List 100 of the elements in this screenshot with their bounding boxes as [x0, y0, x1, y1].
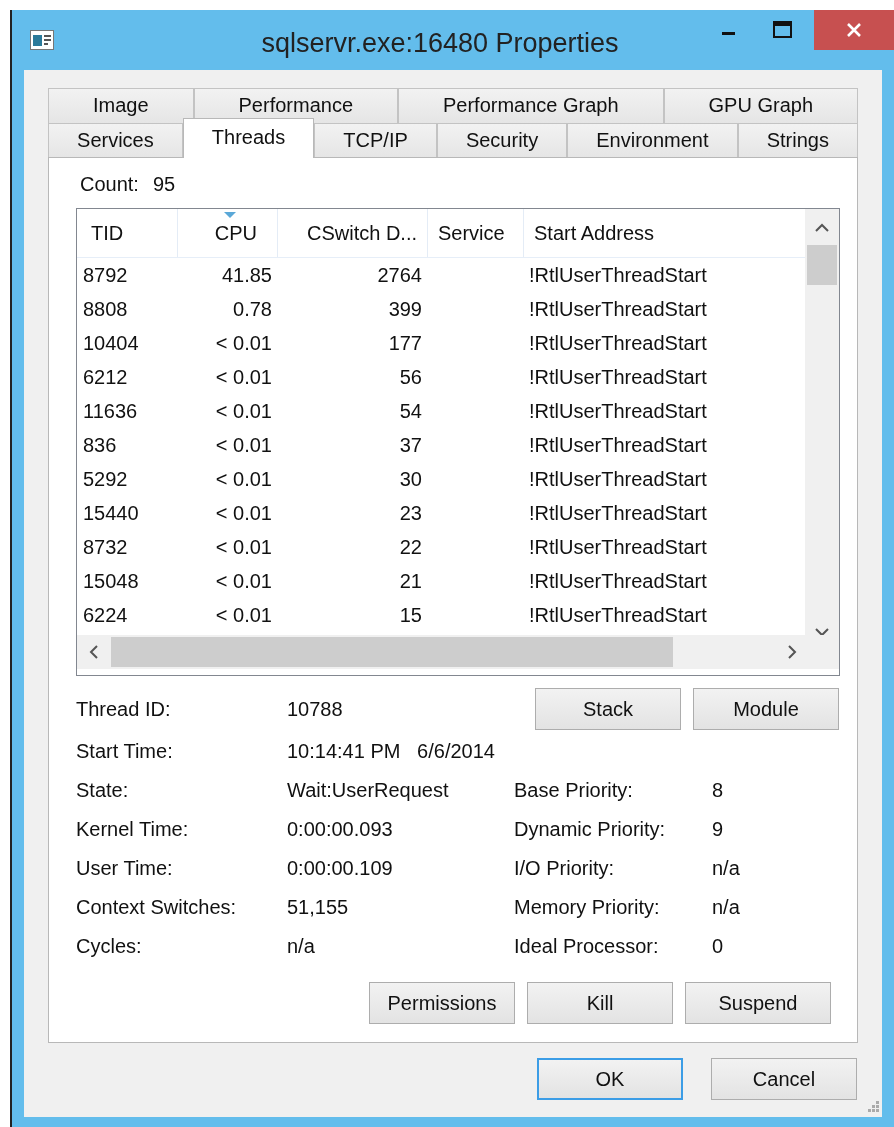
field-value: 10788 [287, 697, 344, 721]
table-cell: !RtlUserThreadStart [529, 569, 707, 593]
table-cell: 30 [399, 467, 422, 491]
tab[interactable]: Threads [182, 118, 315, 158]
table-cell: !RtlUserThreadStart [529, 399, 707, 423]
table-cell: < 0.01 [215, 603, 272, 627]
table-cell: < 0.01 [215, 365, 272, 389]
button[interactable]: Module [693, 688, 839, 730]
field-value: 0:00:00.093 [287, 818, 394, 841]
scroll-left-icon[interactable] [87, 644, 101, 660]
table-cell: 8808 [83, 297, 128, 321]
table-cell: !RtlUserThreadStart [529, 603, 707, 627]
table-cell: 8732 [83, 535, 128, 559]
window-icon [30, 30, 54, 50]
table-cell: 56 [399, 365, 422, 389]
table-cell: !RtlUserThreadStart [529, 263, 707, 287]
table-cell: 0.78 [233, 297, 272, 321]
field-label: Memory Priority: [514, 896, 661, 919]
column-header[interactable]: CSwitch D... [278, 209, 428, 257]
table-cell: < 0.01 [215, 331, 272, 355]
tab[interactable]: Performance Graph [398, 88, 664, 123]
table-cell: 2764 [377, 263, 422, 287]
field-label: Ideal Processor: [514, 935, 660, 958]
field-value: 8 [712, 779, 725, 802]
tab[interactable]: Image [48, 88, 194, 123]
table-cell: 15440 [83, 501, 139, 525]
table-cell: < 0.01 [215, 433, 272, 457]
field-value: n/a [287, 935, 316, 958]
count-label: Count: [80, 173, 139, 197]
button[interactable]: Kill [527, 982, 673, 1024]
field-label: Start Time: [76, 739, 174, 763]
column-header[interactable]: CPU [178, 209, 278, 257]
table-cell: !RtlUserThreadStart [529, 297, 707, 321]
table-cell: !RtlUserThreadStart [529, 365, 707, 389]
field-value: 10:14:41 PM 6/6/2014 [287, 739, 495, 763]
button[interactable]: Stack [535, 688, 681, 730]
field-value: 51,155 [287, 896, 350, 919]
table-cell: < 0.01 [215, 535, 272, 559]
tab[interactable]: GPU Graph [663, 88, 859, 123]
table-cell: 23 [399, 501, 422, 525]
table-cell: 37 [399, 433, 422, 457]
table-cell: !RtlUserThreadStart [529, 467, 707, 491]
resize-grip-icon[interactable] [866, 1099, 880, 1113]
field-label: Kernel Time: [76, 818, 190, 841]
cancel-button[interactable]: Cancel [711, 1058, 857, 1100]
button[interactable]: Suspend [685, 982, 831, 1024]
column-header[interactable]: Start Address [524, 209, 805, 257]
table-cell: !RtlUserThreadStart [529, 331, 707, 355]
scrollbar-thumb[interactable] [111, 637, 673, 667]
field-value: n/a [712, 857, 741, 880]
table-cell: 22 [399, 535, 422, 559]
table-cell: 6212 [83, 365, 128, 389]
table-cell: < 0.01 [215, 569, 272, 593]
field-label: Context Switches: [76, 896, 238, 919]
ok-button[interactable]: OK [537, 1058, 683, 1100]
table-cell: !RtlUserThreadStart [529, 501, 707, 525]
table-cell: 15048 [83, 569, 139, 593]
scroll-right-icon[interactable] [785, 644, 799, 660]
horizontal-scrollbar[interactable] [77, 635, 839, 669]
table-cell: 15 [399, 603, 422, 627]
window-title: sqlservr.exe:16480 Properties [260, 28, 620, 59]
field-value: n/a [712, 896, 741, 919]
button[interactable]: Permissions [369, 982, 515, 1024]
table-cell: 41.85 [221, 263, 272, 287]
table-cell: 11636 [83, 399, 138, 423]
field-value: Wait:UserRequest [287, 779, 450, 802]
field-label: Base Priority: [514, 779, 634, 802]
tab[interactable]: TCP/IP [314, 123, 437, 158]
tab[interactable]: Strings [737, 123, 858, 158]
table-cell: < 0.01 [215, 501, 272, 525]
table-cell: < 0.01 [215, 467, 272, 491]
field-label: I/O Priority: [514, 857, 615, 880]
close-button[interactable] [814, 10, 894, 50]
table-cell: 5292 [83, 467, 128, 491]
field-label: Thread ID: [76, 697, 172, 721]
maximize-icon[interactable] [773, 21, 793, 39]
field-value: 9 [712, 818, 725, 841]
tab[interactable]: Security [436, 123, 568, 158]
table-cell: 10404 [83, 331, 139, 355]
field-label: State: [76, 779, 130, 802]
scrollbar-thumb[interactable] [807, 245, 837, 285]
field-label: Cycles: [76, 935, 143, 958]
count-value: 95 [152, 173, 176, 197]
tab[interactable]: Environment [567, 123, 738, 158]
table-cell: 21 [399, 569, 422, 593]
field-label: Dynamic Priority: [514, 818, 667, 841]
table-cell: !RtlUserThreadStart [529, 433, 707, 457]
close-icon [846, 22, 862, 38]
field-value: 0 [712, 935, 725, 958]
table-cell: 54 [399, 399, 422, 423]
table-cell: 836 [83, 433, 117, 457]
tab[interactable]: Services [48, 123, 183, 158]
column-header[interactable]: Service [428, 209, 524, 257]
column-header[interactable]: TID [77, 209, 178, 257]
field-value: 0:00:00.109 [287, 857, 394, 880]
table-cell: 177 [388, 331, 422, 355]
table-cell: < 0.01 [215, 399, 272, 423]
table-cell: 8792 [83, 263, 128, 287]
table-cell: 399 [388, 297, 422, 321]
field-label: User Time: [76, 857, 174, 880]
